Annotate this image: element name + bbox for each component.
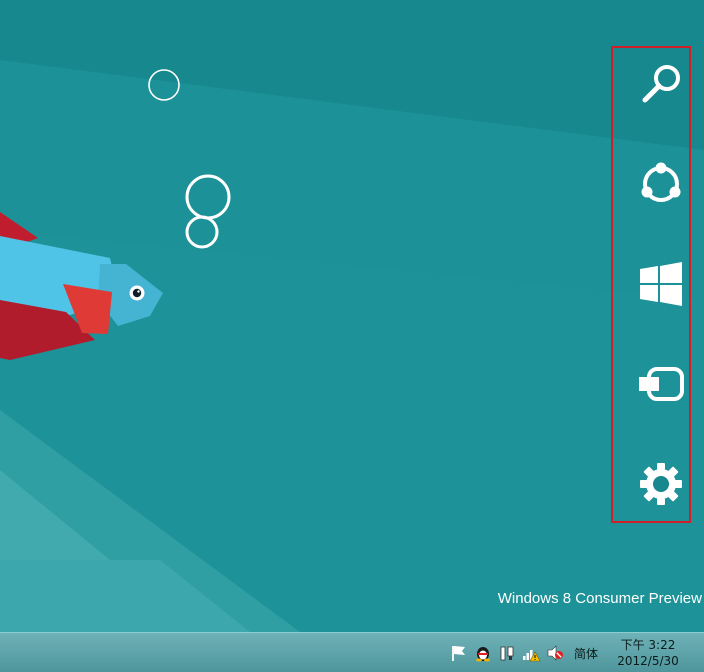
charm-devices[interactable] bbox=[631, 354, 691, 414]
ime-language-indicator[interactable]: 简体 bbox=[574, 645, 598, 662]
charms-bar bbox=[611, 46, 691, 523]
search-icon bbox=[642, 65, 680, 103]
clock-time: 下午 3:22 bbox=[620, 638, 676, 652]
gear-icon bbox=[640, 463, 682, 505]
taskbar-clock[interactable]: 下午 3:22 2012/5/30 bbox=[612, 637, 684, 669]
signal-warning-icon[interactable] bbox=[522, 644, 540, 662]
charm-start[interactable] bbox=[631, 254, 691, 314]
action-center-flag-icon[interactable] bbox=[450, 644, 468, 662]
windows-logo-icon bbox=[640, 262, 682, 306]
charm-search[interactable] bbox=[631, 54, 691, 114]
devices-icon bbox=[639, 367, 684, 401]
network-adapter-icon[interactable] bbox=[498, 644, 516, 662]
desktop-wallpaper bbox=[0, 0, 704, 632]
charm-share[interactable] bbox=[631, 154, 691, 214]
clock-date: 2012/5/30 bbox=[617, 654, 679, 668]
taskbar: 简体 下午 3:22 2012/5/30 bbox=[0, 632, 704, 672]
edition-watermark: Windows 8 Consumer Preview bbox=[497, 590, 702, 607]
qq-icon[interactable] bbox=[474, 644, 492, 662]
share-icon bbox=[641, 162, 681, 202]
volume-muted-icon[interactable] bbox=[546, 644, 564, 662]
charm-settings[interactable] bbox=[631, 454, 691, 514]
